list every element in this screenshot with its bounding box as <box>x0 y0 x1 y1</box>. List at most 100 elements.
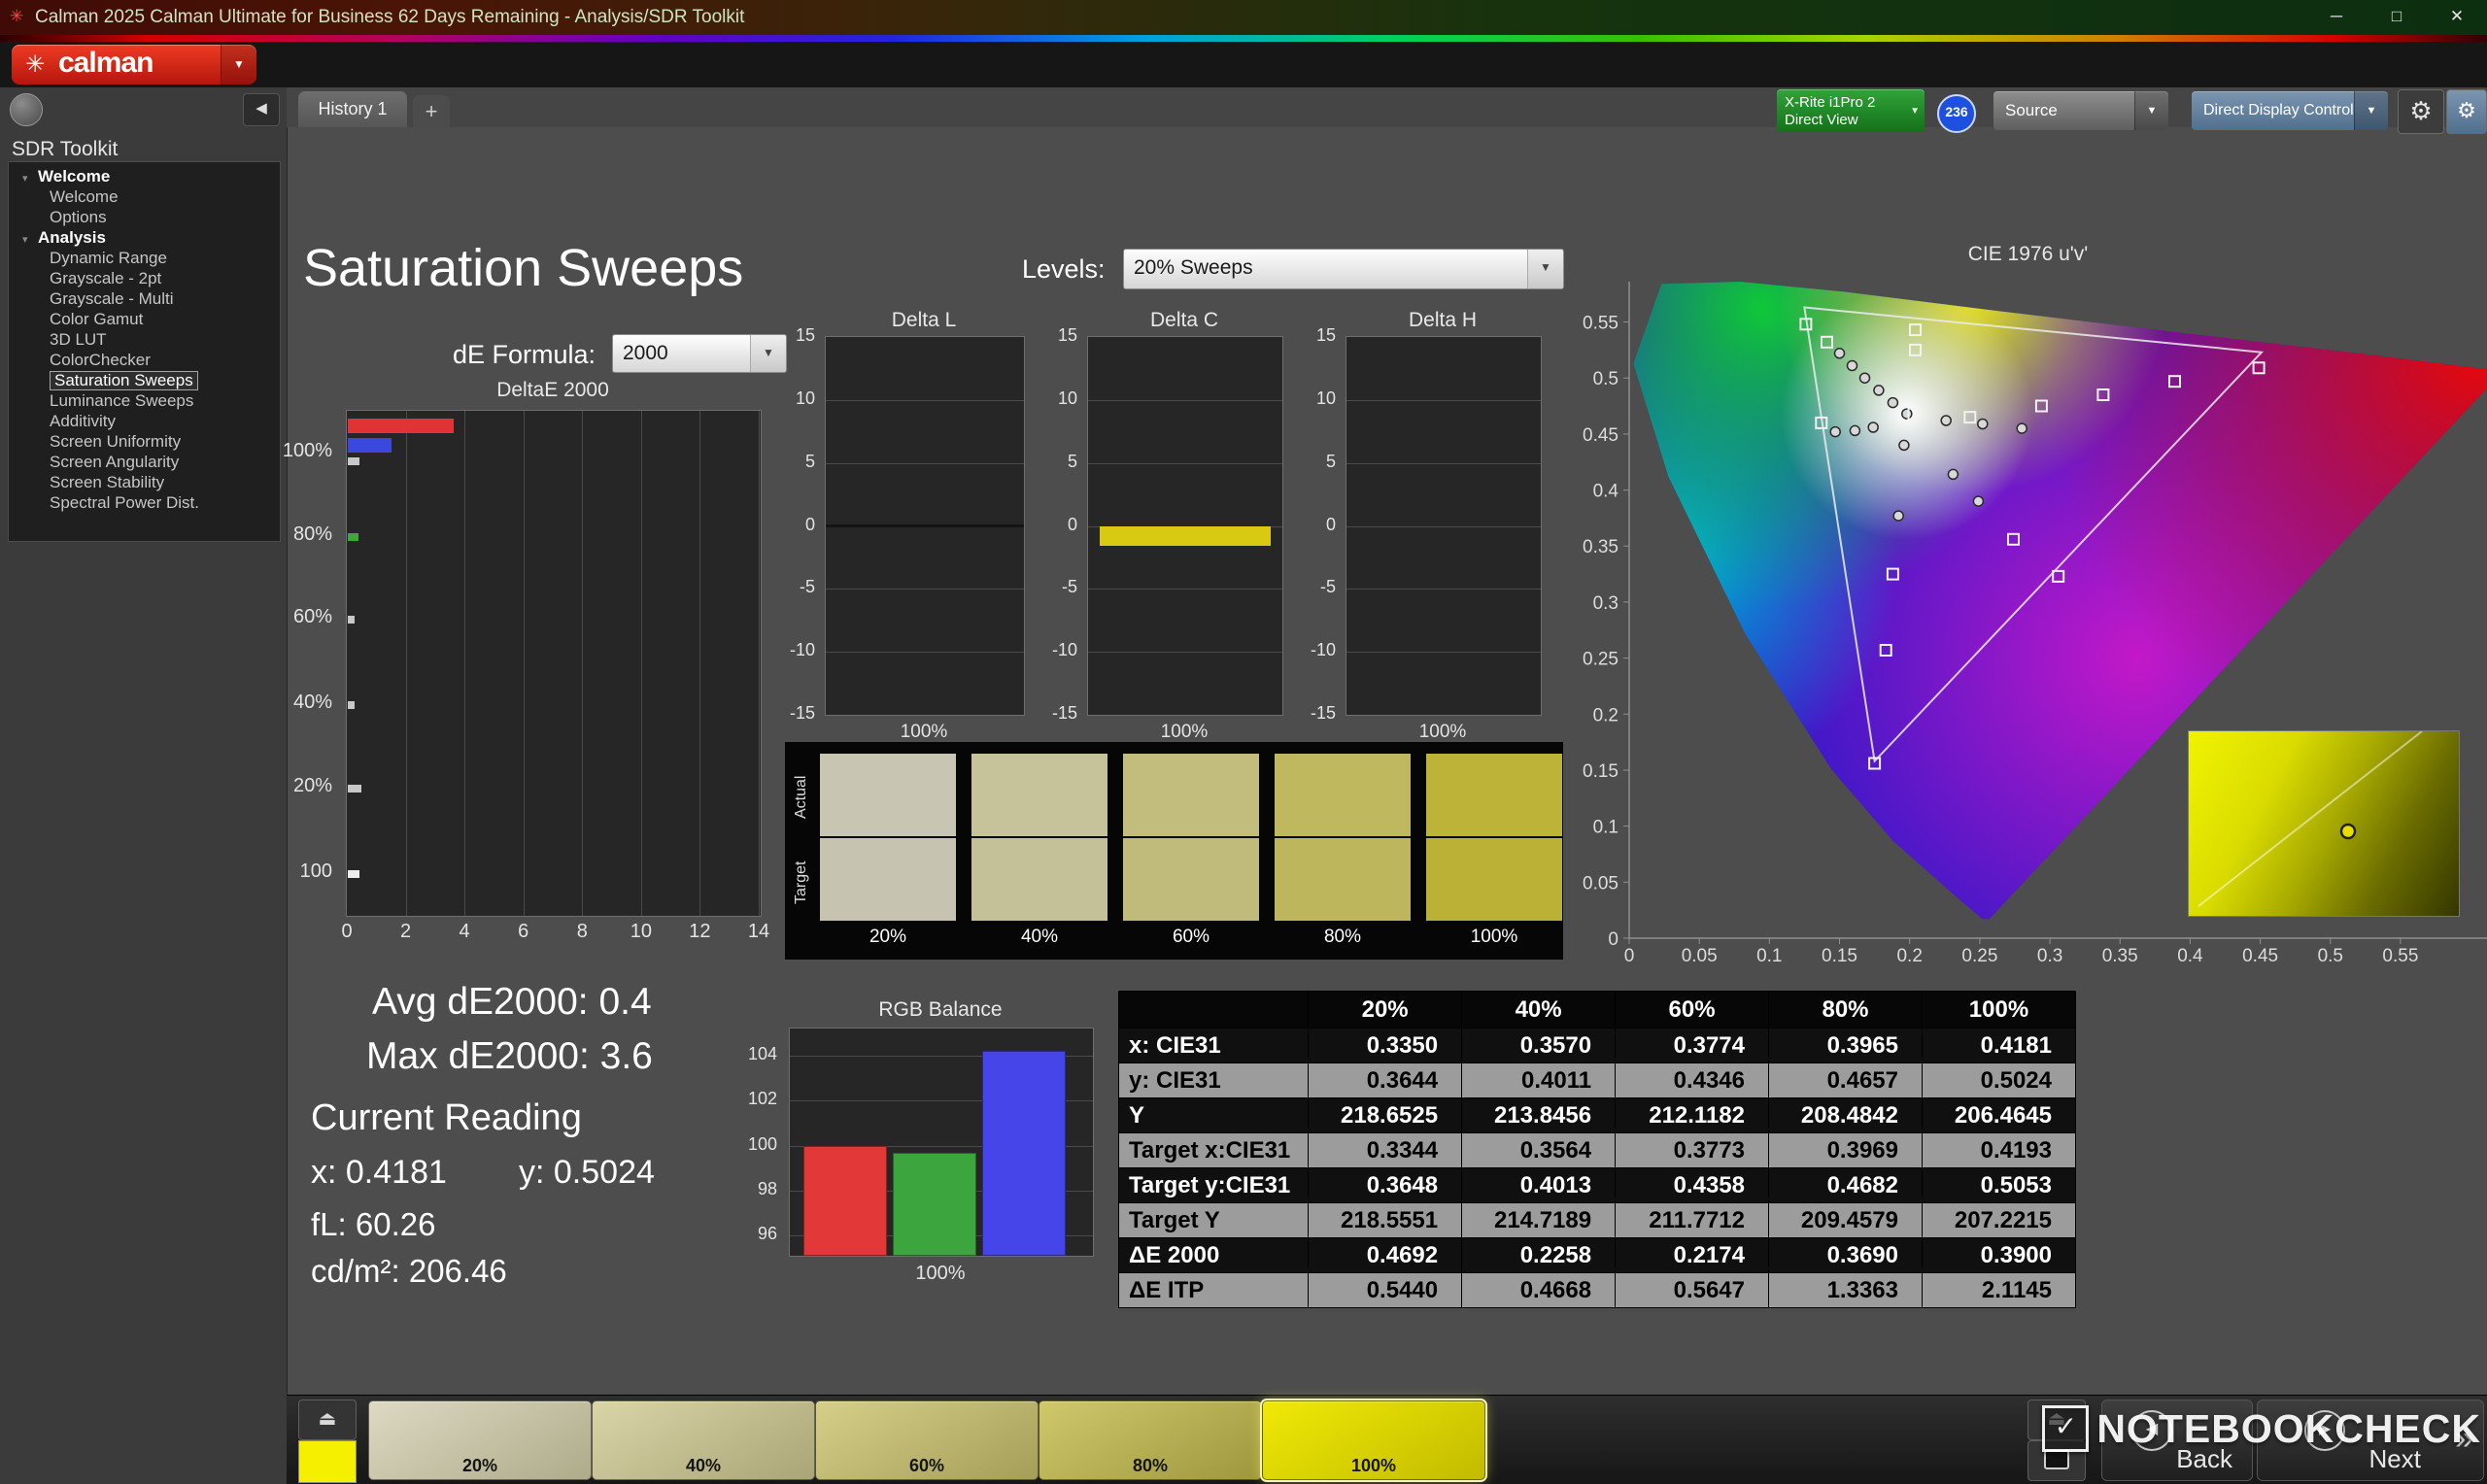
deltae-y-axis-labels: 100% 80% 60% 40% 20% 100 <box>235 410 338 915</box>
sidebar-item-welcome[interactable]: ▾ Welcome <box>9 166 280 186</box>
meter-dropdown[interactable]: X-Rite i1Pro 2 Direct View ▼ <box>1777 89 1925 132</box>
sidebar-item-colorchecker[interactable]: ColorChecker <box>9 350 280 370</box>
results-table: 20% 40% 60% 80% 100% x: CIE31 0.3350 0.3570 0.37… <box>1117 991 2077 1308</box>
table-cell: 0.4358 <box>1615 1167 1769 1203</box>
sidebar-item-label: Screen Uniformity <box>50 432 182 451</box>
sidebar-item-grayscale-2pt[interactable]: Grayscale - 2pt <box>9 268 280 288</box>
delta-e-bar <box>348 616 355 624</box>
sidebar-item-label: 3D LUT <box>50 330 107 349</box>
delta-bar <box>1100 525 1271 547</box>
page-title: Saturation Sweeps <box>303 239 744 297</box>
svg-text:0.45: 0.45 <box>1583 425 1618 446</box>
levels-dropdown[interactable]: 20% Sweeps ▼ <box>1123 249 1564 289</box>
patch-button-80[interactable]: 80% <box>1039 1400 1262 1480</box>
axis-tick-label: 12 <box>689 921 711 942</box>
patch-eject-button[interactable]: ⏏ <box>298 1400 357 1440</box>
sidebar-item-label: Saturation Sweeps <box>50 371 198 390</box>
sidebar-item-luminance-sweeps[interactable]: Luminance Sweeps <box>9 390 280 411</box>
patch-label: 60% <box>908 1456 945 1475</box>
svg-text:0.35: 0.35 <box>1583 537 1618 557</box>
axis-label: 100% <box>1418 722 1467 742</box>
calman-logo-icon: ✳ <box>25 51 46 78</box>
axis-tick-label: -10 <box>1051 640 1077 659</box>
axis-tick-label: 60% <box>292 606 332 627</box>
svg-text:0.45: 0.45 <box>2242 946 2278 963</box>
sidebar-item-label: Options <box>50 208 107 226</box>
svg-text:0.1: 0.1 <box>1756 946 1782 963</box>
display-control-dropdown[interactable]: Direct Display Control ▼ <box>2192 91 2388 130</box>
axis-tick-label: 104 <box>747 1044 777 1063</box>
svg-text:0.35: 0.35 <box>2102 946 2138 963</box>
close-button[interactable]: ✕ <box>2427 0 2487 35</box>
patch-button-100[interactable]: 100% <box>1260 1399 1487 1482</box>
patch-button-60[interactable]: 60% <box>815 1400 1039 1480</box>
rgb-balance-title: RGB Balance <box>878 998 1003 1021</box>
source-dropdown[interactable]: Source ▼ <box>1993 91 2168 130</box>
patch-label: 80% <box>1132 1456 1169 1475</box>
patch-button-20[interactable]: 20% <box>368 1400 592 1480</box>
sidebar-item-welcome[interactable]: Welcome <box>9 186 280 207</box>
minimize-button[interactable]: ─ <box>2306 0 2367 35</box>
table-cell: 0.4013 <box>1461 1167 1617 1203</box>
reading-y-value: y: 0.5024 <box>519 1154 655 1191</box>
sidebar-item-dynamic-range[interactable]: Dynamic Range <box>9 248 280 268</box>
delta-charts: Delta L 15 10 5 0 -5 -10 -15 100% Delta C 15 10 5 0 -5… <box>785 309 1572 742</box>
sidebar-collapse-button[interactable]: ◀ <box>243 93 280 126</box>
table-column-header: 80% <box>1768 991 1923 1029</box>
axis-tick-label: 5 <box>1067 452 1077 471</box>
axis-labels: 15 10 5 0 -5 -10 -15 <box>1297 325 1340 723</box>
svg-text:0.2: 0.2 <box>1896 946 1922 963</box>
swatch-row-label: Target <box>793 860 809 904</box>
window-title: Calman 2025 Calman Ultimate for Business… <box>35 7 745 27</box>
table-row-label: ΔE 2000 <box>1117 1237 1310 1273</box>
axis-tick-label: 0 <box>1067 515 1077 534</box>
cie-zoom-inset <box>2188 730 2460 917</box>
table-cell: 211.7712 <box>1615 1202 1769 1238</box>
sidebar-item-options[interactable]: Options <box>9 207 280 227</box>
app-icon: ✳ <box>10 7 24 25</box>
svg-text:0.3: 0.3 <box>2037 946 2062 963</box>
gridline <box>582 411 584 916</box>
swatch-target <box>971 838 1107 921</box>
window-layout-icon <box>2044 1449 2069 1469</box>
axis-tick-label: 40% <box>292 691 332 713</box>
tab-history-1[interactable]: History 1 <box>298 91 407 127</box>
de-formula-dropdown[interactable]: 2000 ▼ <box>612 334 787 373</box>
axis-tick-label: -10 <box>1310 640 1336 659</box>
measurement-line <box>826 524 1024 527</box>
swatch-target <box>1426 838 1562 921</box>
table-column-header: 20% <box>1308 991 1463 1029</box>
delta-e-bar <box>348 419 454 433</box>
sidebar-item-label: Welcome <box>50 187 119 206</box>
axis-label: 100% <box>1160 722 1209 742</box>
axis-tick-label: 15 <box>795 325 815 345</box>
svg-text:0.3: 0.3 <box>1593 593 1618 614</box>
settings-gear-button[interactable]: ⚙ <box>2398 89 2444 134</box>
watermark-text: NOTEBOOKCHECK <box>2096 1405 2481 1451</box>
gridline <box>405 411 407 916</box>
calman-menu-button[interactable]: ✳ calman ▼ <box>12 45 256 84</box>
sidebar-item-saturation-sweeps[interactable]: Saturation Sweeps <box>9 370 280 390</box>
workflow-title: SDR Toolkit <box>12 138 119 160</box>
display-control-label: Direct Display Control <box>2203 102 2354 118</box>
svg-text:0.55: 0.55 <box>2382 946 2418 963</box>
sidebar-item-3d-lut[interactable]: 3D LUT <box>9 329 280 350</box>
axis-tick-label: -15 <box>1051 703 1077 723</box>
secondary-gear-button[interactable]: ⚙ <box>2446 89 2487 134</box>
svg-text:0.05: 0.05 <box>1583 873 1618 894</box>
maximize-button[interactable]: □ <box>2367 0 2427 35</box>
add-tab-button[interactable]: + <box>413 95 450 127</box>
sidebar-item-grayscale-multi[interactable]: Grayscale - Multi <box>9 288 280 309</box>
sidebar-item-analysis[interactable]: ▾ Analysis <box>9 227 280 248</box>
avg-de-value: Avg dE2000: 0.4 <box>372 981 652 1023</box>
deltae-plot <box>346 410 762 917</box>
svg-text:0.05: 0.05 <box>1682 946 1718 963</box>
sidebar-menu-button[interactable] <box>10 93 43 126</box>
table-column-header: 40% <box>1461 991 1617 1029</box>
table-cell: 0.3969 <box>1768 1132 1923 1168</box>
meter-name: X-Rite i1Pro 2 <box>1785 94 1876 111</box>
table-cell: 0.2258 <box>1461 1237 1617 1273</box>
swatch-target <box>820 838 956 921</box>
sidebar-item-color-gamut[interactable]: Color Gamut <box>9 309 280 329</box>
patch-button-40[interactable]: 40% <box>592 1400 815 1480</box>
